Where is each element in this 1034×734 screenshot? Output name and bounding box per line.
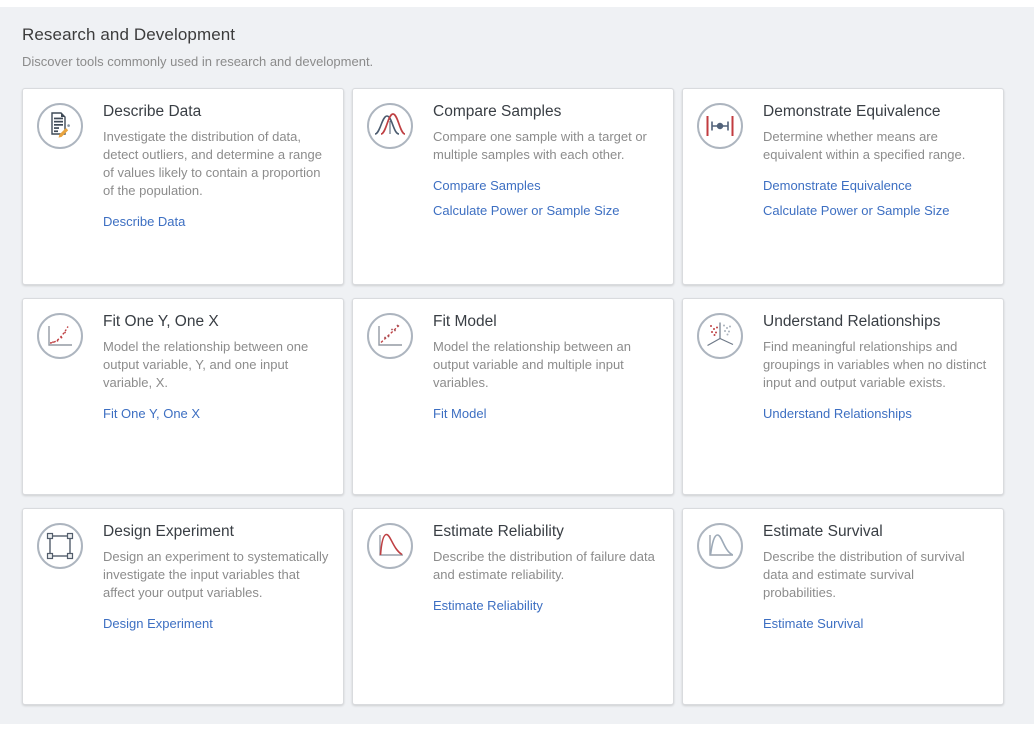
tool-card-title: Estimate Reliability: [433, 523, 659, 541]
page-header: Research and Development Discover tools …: [22, 25, 1012, 69]
tool-card-description: Model the relationship between an output…: [433, 338, 659, 392]
tool-card-description: Find meaningful relationships and groupi…: [763, 338, 989, 392]
tool-card-links: Fit One Y, One X: [103, 406, 329, 421]
tool-link[interactable]: Estimate Survival: [763, 616, 989, 631]
tool-icon-ring: [697, 313, 743, 359]
tool-card-description: Investigate the distribution of data, de…: [103, 128, 329, 200]
tool-link[interactable]: Understand Relationships: [763, 406, 989, 421]
tool-link[interactable]: Design Experiment: [103, 616, 329, 631]
page-subtitle: Discover tools commonly used in research…: [22, 54, 1012, 69]
tool-card-body: Demonstrate Equivalence Determine whethe…: [763, 101, 989, 228]
tool-card: Demonstrate Equivalence Determine whethe…: [682, 88, 1004, 285]
tool-card-description: Describe the distribution of failure dat…: [433, 548, 659, 584]
tool-card-links: Estimate Survival: [763, 616, 989, 631]
survival-distribution-curve-icon: [699, 525, 741, 567]
scatter-3d-axes-icon: [699, 315, 741, 357]
tool-card-description: Determine whether means are equivalent w…: [763, 128, 989, 164]
window-top-strip: [0, 0, 1034, 7]
tool-card-title: Fit Model: [433, 313, 659, 331]
tool-card-body: Fit Model Model the relationship between…: [433, 311, 659, 431]
tool-card-body: Understand Relationships Find meaningful…: [763, 311, 989, 431]
tool-card: Compare Samples Compare one sample with …: [352, 88, 674, 285]
tool-card-title: Compare Samples: [433, 103, 659, 121]
tool-icon-ring: [37, 313, 83, 359]
window-bottom-strip: [0, 724, 1034, 734]
tool-card-title: Fit One Y, One X: [103, 313, 329, 331]
tool-card: Design Experiment Design an experiment t…: [22, 508, 344, 705]
tool-card: Describe Data Investigate the distributi…: [22, 88, 344, 285]
tool-card: Estimate Reliability Describe the distri…: [352, 508, 674, 705]
curve-fit-scatter-icon: [39, 315, 81, 357]
tool-link[interactable]: Calculate Power or Sample Size: [763, 203, 989, 218]
tool-link[interactable]: Estimate Reliability: [433, 598, 659, 613]
tool-card-description: Compare one sample with a target or mult…: [433, 128, 659, 164]
tool-icon-ring: [697, 523, 743, 569]
tool-card: Understand Relationships Find meaningful…: [682, 298, 1004, 495]
document-pencil-icon: [39, 105, 81, 147]
page-title: Research and Development: [22, 25, 1012, 45]
tool-card-links: Understand Relationships: [763, 406, 989, 421]
tool-card-links: Design Experiment: [103, 616, 329, 631]
tools-grid: Describe Data Investigate the distributi…: [22, 88, 1012, 705]
failure-distribution-curve-icon: [369, 525, 411, 567]
equivalence-interval-icon: [699, 105, 741, 147]
tool-icon-ring: [367, 103, 413, 149]
tool-card-body: Design Experiment Design an experiment t…: [103, 521, 329, 641]
tool-card: Fit Model Model the relationship between…: [352, 298, 674, 495]
tool-card-title: Understand Relationships: [763, 313, 989, 331]
tool-card-title: Design Experiment: [103, 523, 329, 541]
tool-icon-ring: [37, 523, 83, 569]
tool-card-title: Demonstrate Equivalence: [763, 103, 989, 121]
tool-icon-ring: [367, 313, 413, 359]
overlapping-bell-curves-icon: [369, 105, 411, 147]
tool-card-links: Demonstrate Equivalence Calculate Power o…: [763, 178, 989, 218]
tool-card-links: Estimate Reliability: [433, 598, 659, 613]
tool-link[interactable]: Describe Data: [103, 214, 329, 229]
tool-icon-ring: [697, 103, 743, 149]
tool-link[interactable]: Fit One Y, One X: [103, 406, 329, 421]
tool-card-links: Fit Model: [433, 406, 659, 421]
tool-card-description: Design an experiment to systematically i…: [103, 548, 329, 602]
design-square-handles-icon: [39, 525, 81, 567]
tool-icon-ring: [37, 103, 83, 149]
tool-card-body: Estimate Survival Describe the distribut…: [763, 521, 989, 641]
tool-link[interactable]: Calculate Power or Sample Size: [433, 203, 659, 218]
tool-card: Estimate Survival Describe the distribut…: [682, 508, 1004, 705]
tool-card-body: Estimate Reliability Describe the distri…: [433, 521, 659, 623]
tool-link[interactable]: Compare Samples: [433, 178, 659, 193]
tool-card-title: Estimate Survival: [763, 523, 989, 541]
tool-card-body: Compare Samples Compare one sample with …: [433, 101, 659, 228]
tool-card-links: Describe Data: [103, 214, 329, 229]
tool-link[interactable]: Fit Model: [433, 406, 659, 421]
tool-card-description: Model the relationship between one outpu…: [103, 338, 329, 392]
tool-card-body: Describe Data Investigate the distributi…: [103, 101, 329, 239]
line-fit-scatter-icon: [369, 315, 411, 357]
tool-card-description: Describe the distribution of survival da…: [763, 548, 989, 602]
tool-icon-ring: [367, 523, 413, 569]
tool-card-title: Describe Data: [103, 103, 329, 121]
tool-card: Fit One Y, One X Model the relationship …: [22, 298, 344, 495]
tool-link[interactable]: Demonstrate Equivalence: [763, 178, 989, 193]
tool-card-body: Fit One Y, One X Model the relationship …: [103, 311, 329, 431]
tool-card-links: Compare Samples Calculate Power or Sample…: [433, 178, 659, 218]
